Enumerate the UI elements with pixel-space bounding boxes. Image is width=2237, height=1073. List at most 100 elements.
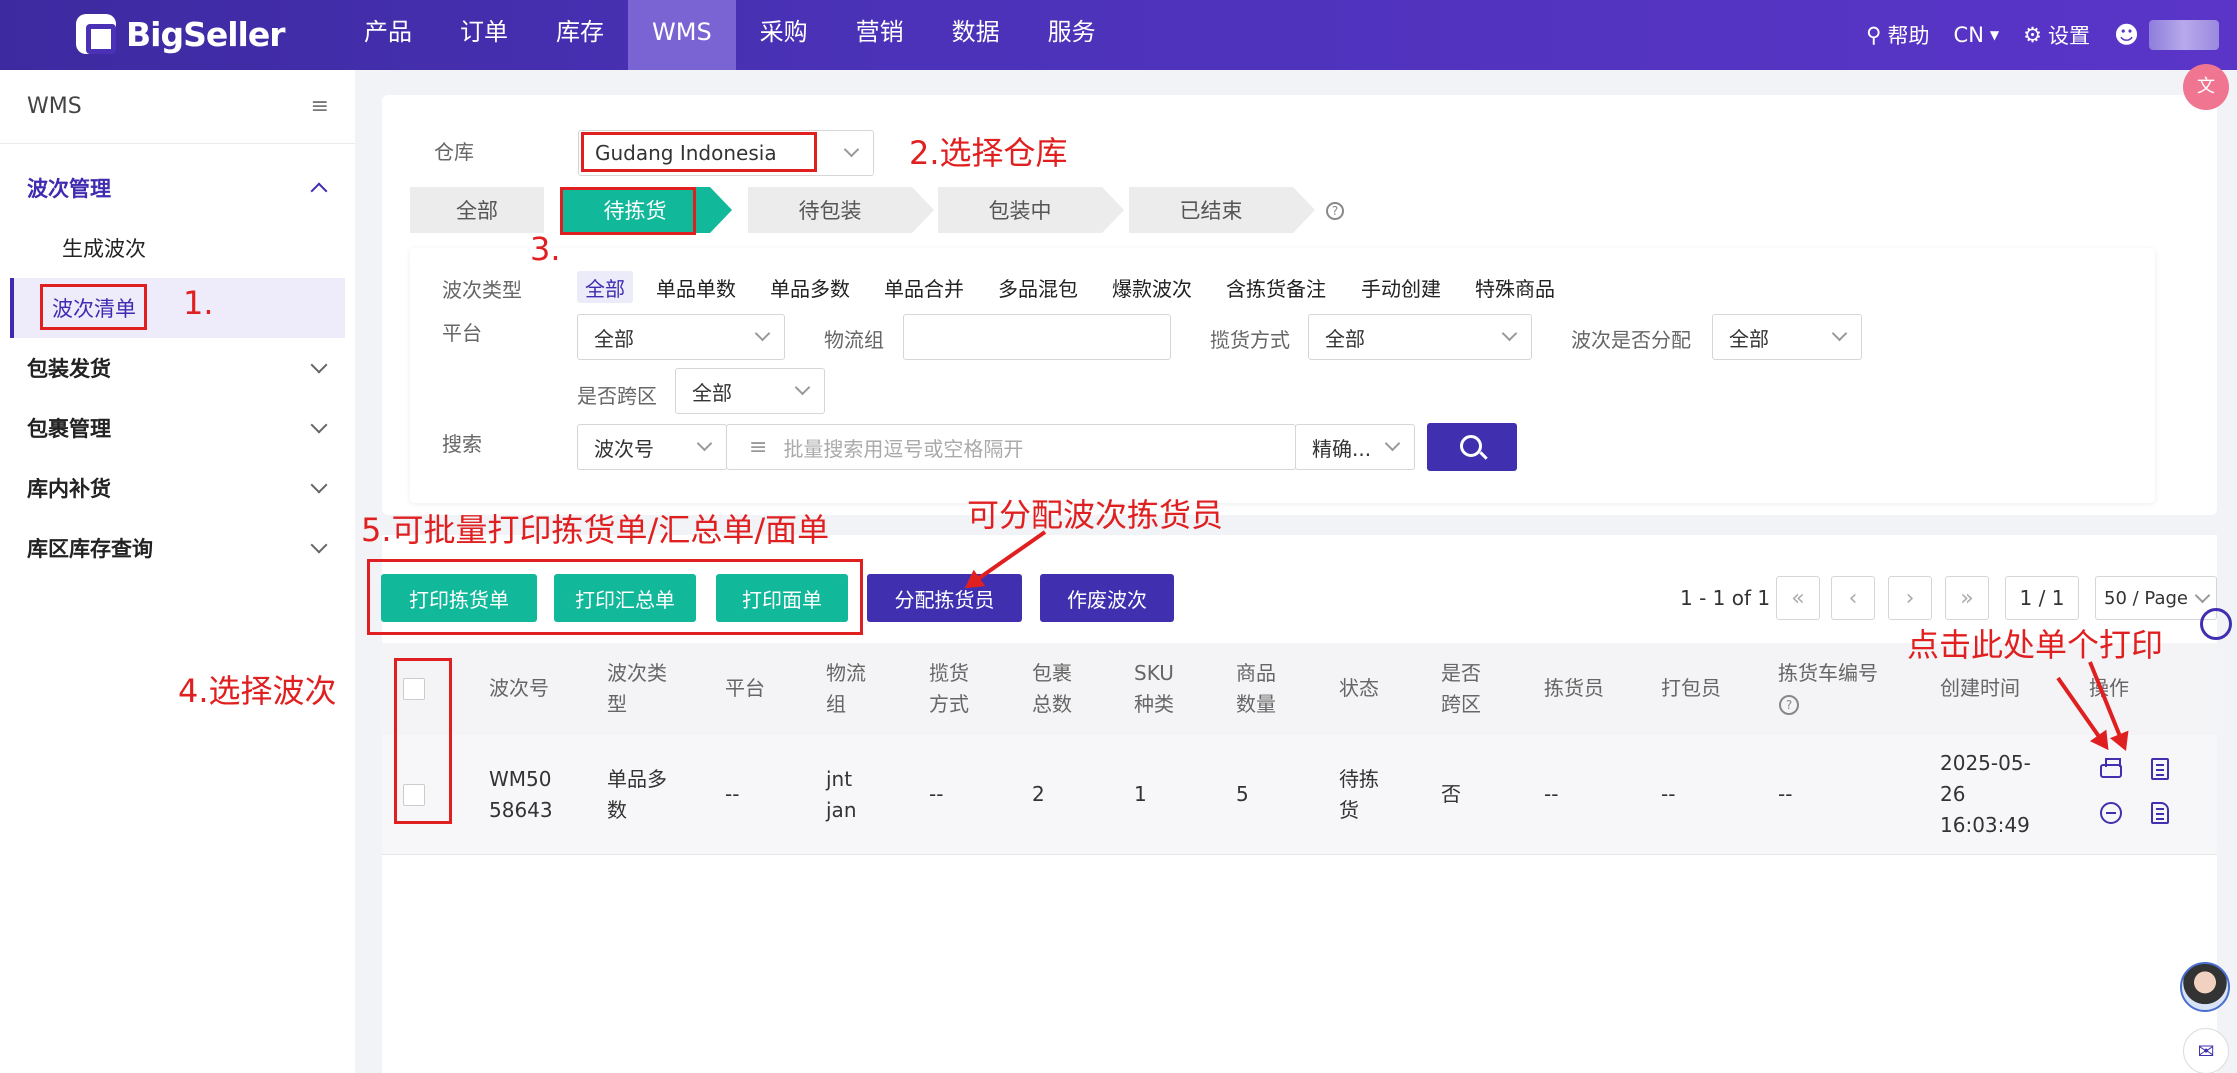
help-link[interactable]: ⚲ 帮助 (1866, 20, 1929, 50)
main-nav: 产品 订单 库存 WMS 采购 营销 数据 服务 (340, 0, 1120, 70)
wave-type-chip-all[interactable]: 全部 (577, 271, 633, 303)
bigseller-logo[interactable]: BigSeller (76, 12, 286, 56)
page-size-select[interactable]: 50 / Page (2095, 576, 2217, 620)
page-size-value: 50 / Page (2104, 587, 2188, 609)
assign-picker-button[interactable]: 分配拣货员 (867, 574, 1022, 622)
wave-type-chip-manual[interactable]: 手动创建 (1353, 271, 1449, 303)
void-circle-icon[interactable] (2100, 802, 2122, 824)
annotation-step-1: 1. (183, 284, 214, 322)
print-icon[interactable] (2100, 758, 2122, 778)
sidebar-group-replenishment[interactable]: 库内补货 (0, 458, 355, 518)
sidebar-group-wave-management[interactable]: 波次管理 (0, 158, 355, 218)
search-mode-select[interactable]: 精确... (1295, 424, 1415, 470)
col-quantity: 商品数量 (1236, 661, 1276, 716)
col-cross-zone: 是否跨区 (1441, 661, 1481, 716)
prev-page-icon[interactable]: ‹ (1831, 576, 1875, 620)
chevron-down-icon (310, 416, 328, 434)
nav-item-inventory[interactable]: 库存 (532, 0, 628, 70)
top-navigation-bar: BigSeller 产品 订单 库存 WMS 采购 营销 数据 服务 ⚲ 帮助 … (0, 0, 2237, 70)
col-logistics: 物流组 (826, 661, 866, 716)
assigned-select[interactable]: 全部 (1712, 314, 1862, 360)
chevron-down-icon (310, 536, 328, 554)
col-picker: 拣货员 (1544, 676, 1604, 700)
first-page-icon[interactable]: « (1776, 576, 1820, 620)
pick-list-icon[interactable] (2151, 758, 2169, 780)
chevron-down-icon (794, 379, 811, 396)
nav-item-marketing[interactable]: 营销 (832, 0, 928, 70)
question-circle-icon[interactable]: ? (1779, 695, 1799, 715)
logistics-input[interactable] (903, 314, 1171, 360)
annotation-box-wave-list (40, 284, 147, 330)
annotation-assign-picker: 可分配波次拣货员 (967, 496, 1224, 534)
sidebar-group-label: 库内补货 (27, 477, 111, 501)
cell-packer: -- (1661, 782, 1676, 806)
last-page-icon[interactable]: » (1945, 576, 1989, 620)
sidebar-item-generate-wave[interactable]: 生成波次 (10, 218, 345, 278)
table-row[interactable]: WM5058643 单品多数 -- jnt jan -- 2 1 5 待拣货 否… (382, 735, 2217, 855)
search-float-icon[interactable] (2200, 608, 2232, 640)
wave-type-chip-single-merge[interactable]: 单品合并 (876, 271, 972, 303)
cross-zone-select[interactable]: 全部 (675, 368, 825, 414)
sidebar-group-packing-shipping[interactable]: 包装发货 (0, 338, 355, 398)
wave-type-chip-special[interactable]: 特殊商品 (1467, 271, 1563, 303)
sidebar-group-label: 波次管理 (27, 177, 111, 201)
collapse-menu-icon[interactable]: ≡ (311, 94, 329, 119)
tab-pending-pack[interactable]: 待包装 (748, 187, 934, 233)
cell-cart-no: -- (1778, 782, 1793, 806)
nav-item-services[interactable]: 服务 (1024, 0, 1120, 70)
search-input[interactable]: ≡ 批量搜索用逗号或空格隔开 (726, 424, 1296, 470)
tab-packing[interactable]: 包装中 (938, 187, 1124, 233)
sidebar-title: WMS (27, 94, 82, 119)
sidebar-group-label: 包裹管理 (27, 417, 111, 441)
sidebar: WMS ≡ 波次管理 生成波次 波次清单 包装发货 包裹管理 库内补货 库区库存… (0, 70, 355, 1073)
document-icon[interactable] (2151, 802, 2169, 824)
question-circle-icon[interactable]: ? (1326, 202, 1344, 220)
platform-value: 全部 (594, 326, 634, 351)
nav-item-data[interactable]: 数据 (928, 0, 1024, 70)
translate-icon[interactable]: 文 (2183, 64, 2229, 110)
cell-status: 待拣货 (1339, 767, 1379, 822)
list-icon: ≡ (749, 434, 768, 460)
annotation-single-print: 点击此处单个打印 (1907, 626, 2164, 664)
platform-select[interactable]: 全部 (577, 314, 785, 360)
top-right-tools: ⚲ 帮助 CN ▼ ⚙ 设置 ☻ (1866, 0, 2237, 70)
next-page-icon[interactable]: › (1888, 576, 1932, 620)
help-label: 帮助 (1887, 24, 1930, 48)
tab-finished[interactable]: 已结束 (1129, 187, 1315, 233)
void-wave-button[interactable]: 作废波次 (1040, 574, 1174, 622)
chevron-down-icon (2194, 587, 2211, 604)
search-field-select[interactable]: 波次号 (577, 424, 727, 470)
sidebar-group-zone-stock-query[interactable]: 库区库存查询 (0, 518, 355, 578)
wave-type-chip-single-multi[interactable]: 单品多数 (762, 271, 858, 303)
annotation-step-2: 2.选择仓库 (909, 134, 1068, 172)
sidebar-group-parcel-management[interactable]: 包裹管理 (0, 398, 355, 458)
user-icon[interactable]: ☻ (2114, 21, 2139, 49)
search-help-icon: ⚲ (1866, 23, 1882, 47)
cell-wave-no[interactable]: WM5058643 (489, 764, 555, 826)
settings-link[interactable]: ⚙ 设置 (2023, 20, 2090, 50)
col-cart-no: 拣货车编号 (1778, 661, 1878, 685)
wave-type-chip-single-single[interactable]: 单品单数 (648, 271, 744, 303)
wave-type-chip-hot-item[interactable]: 爆款波次 (1104, 271, 1200, 303)
search-button[interactable] (1427, 423, 1517, 471)
chevron-down-icon (754, 325, 771, 342)
user-name-redacted[interactable] (2149, 20, 2219, 50)
nav-item-wms[interactable]: WMS (628, 0, 736, 70)
wave-type-label: 波次类型 (442, 278, 522, 302)
col-sku-types: SKU种类 (1134, 661, 1174, 716)
wave-type-chip-pick-note[interactable]: 含拣货备注 (1218, 271, 1334, 303)
nav-item-orders[interactable]: 订单 (436, 0, 532, 70)
pickup-select[interactable]: 全部 (1308, 314, 1532, 360)
tab-all[interactable]: 全部 (410, 187, 544, 233)
settings-label: 设置 (2047, 24, 2090, 48)
page-input[interactable]: 1 / 1 (2005, 576, 2079, 620)
wave-type-chip-multi-mix[interactable]: 多品混包 (990, 271, 1086, 303)
nav-item-purchase[interactable]: 采购 (736, 0, 832, 70)
chat-icon[interactable]: ✉ (2183, 1028, 2229, 1073)
sidebar-group-label: 库区库存查询 (27, 537, 153, 561)
chevron-down-icon (1384, 435, 1401, 452)
language-switch[interactable]: CN ▼ (1954, 23, 2000, 47)
nav-item-products[interactable]: 产品 (340, 0, 436, 70)
pickup-value: 全部 (1325, 326, 1365, 351)
support-avatar[interactable] (2180, 962, 2230, 1012)
